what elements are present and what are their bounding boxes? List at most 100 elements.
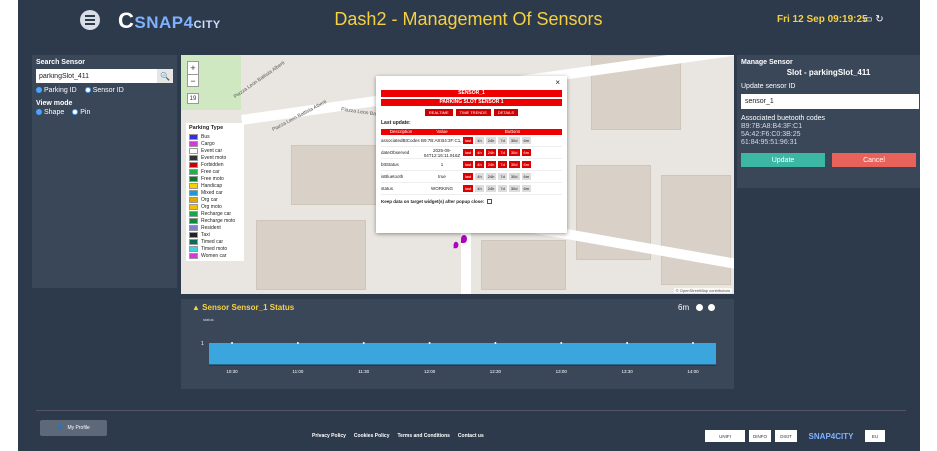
legend-swatch	[189, 231, 198, 238]
legend-label: Recharge car	[201, 210, 232, 217]
checkbox[interactable]	[487, 199, 493, 204]
radio-parking-id[interactable]: Parking ID	[36, 87, 77, 94]
popup-row-name: status	[381, 186, 394, 191]
popup-range-button[interactable]: 4h	[475, 173, 484, 180]
legend-item: Bus	[189, 133, 241, 140]
popup-range-button[interactable]: last	[463, 149, 474, 156]
manage-panel-title: Manage Sensor	[741, 59, 793, 66]
cancel-button[interactable]: Cancel	[832, 153, 916, 167]
search-icon[interactable]: 🔍	[157, 69, 173, 83]
legend-item: Timed car	[189, 238, 241, 245]
last-update-label: Last update:	[381, 120, 411, 126]
details-button[interactable]: DETAILS	[493, 109, 519, 116]
contact-link[interactable]: Contact us	[458, 433, 484, 439]
data-point[interactable]	[428, 342, 431, 344]
header-icons[interactable]: ▭ ↻	[863, 14, 884, 25]
popup-range-button[interactable]: 4h	[475, 137, 484, 144]
status-widget: ▲ Sensor Sensor_1 Status 6m status 1 10:3…	[181, 299, 734, 389]
privacy-policy-link[interactable]: Privacy Policy	[312, 433, 346, 439]
zoom-in-button[interactable]: +	[188, 62, 198, 74]
legend-swatch	[189, 217, 198, 224]
popup-range-button[interactable]: last	[463, 185, 474, 192]
popup-range-button[interactable]: 4h	[475, 161, 484, 168]
data-point[interactable]	[494, 342, 497, 344]
map[interactable]: Piazza Leon Battista Alberti Piazza Leon…	[181, 55, 734, 294]
realtime-button[interactable]: REALTIME	[424, 109, 453, 116]
popup-range-button[interactable]: 4h	[475, 185, 484, 192]
slot-name: Slot - parkingSlot_411	[786, 68, 871, 77]
cookies-policy-link[interactable]: Cookies Policy	[354, 433, 390, 439]
sensor-pin-icon[interactable]	[461, 235, 467, 243]
data-point[interactable]	[296, 342, 299, 344]
legend-swatch	[189, 238, 198, 245]
search-input[interactable]	[36, 69, 158, 83]
close-icon[interactable]: ×	[555, 78, 560, 87]
popup-range-button[interactable]: last	[463, 173, 474, 180]
screen-icon[interactable]: ▭	[863, 14, 872, 25]
legend-item: Resident	[189, 224, 241, 231]
data-point[interactable]	[231, 342, 234, 344]
popup-range-button[interactable]: 6m	[521, 173, 532, 180]
legend-item: Handicap	[189, 182, 241, 189]
legend-swatch	[189, 168, 198, 175]
legend-label: Event car	[201, 147, 223, 154]
x-tick-label: 13:00	[556, 369, 568, 374]
data-point[interactable]	[626, 342, 629, 344]
my-profile-button[interactable]: 👤 My Profile	[40, 420, 107, 436]
radio-pin[interactable]: Pin	[72, 109, 90, 116]
popup-range-button[interactable]: 7d	[498, 173, 507, 180]
popup-range-button[interactable]: 7d	[498, 149, 507, 156]
legend-item: Recharge car	[189, 210, 241, 217]
popup-range-button[interactable]: 24h	[485, 149, 497, 156]
popup-range-button[interactable]: 24h	[485, 161, 497, 168]
legend-swatch	[189, 182, 198, 189]
popup-range-button[interactable]: 24h	[485, 173, 497, 180]
popup-range-button[interactable]: 7d	[498, 161, 507, 168]
popup-range-button[interactable]: 30d	[508, 173, 520, 180]
refresh-icon[interactable]: ↻	[875, 14, 883, 25]
map-attribution[interactable]: © OpenStreetMap contributors	[673, 288, 732, 293]
popup-range-button[interactable]: 6m	[521, 185, 532, 192]
datetime: Fri 12 Sep 09:19:25	[777, 14, 868, 25]
building	[661, 175, 731, 285]
radio-icon[interactable]	[72, 109, 79, 115]
popup-range-button[interactable]: 24h	[485, 137, 497, 144]
popup-range-button[interactable]: 6m	[521, 137, 532, 144]
zoom-out-button[interactable]: −	[188, 74, 198, 86]
legend-swatch	[189, 189, 198, 196]
data-point[interactable]	[362, 342, 365, 344]
popup-range-button[interactable]: 30d	[508, 161, 520, 168]
popup-row-name: isBluetooth	[381, 174, 404, 179]
popup-range-button[interactable]: 6m	[521, 161, 532, 168]
time-trends-button[interactable]: TIME TRENDS	[455, 109, 491, 116]
radio-sensor-id[interactable]: Sensor ID	[84, 87, 124, 94]
popup-row-value: 2025-09-04T12:15:11.916Z	[423, 147, 461, 158]
popup-range-button[interactable]: 7d	[498, 185, 507, 192]
keep-data-option[interactable]: Keep data on target widget(s) after popu…	[381, 199, 562, 204]
update-button[interactable]: Update	[741, 153, 825, 167]
popup-range-button[interactable]: last	[463, 137, 474, 144]
radio-selected-icon[interactable]	[36, 87, 42, 93]
sensor-pin-icon[interactable]	[453, 241, 459, 249]
legend-item: Org car	[189, 196, 241, 203]
radio-selected-icon[interactable]	[36, 109, 42, 115]
terms-link[interactable]: Terms and Conditions	[398, 433, 450, 439]
radio-icon[interactable]	[84, 87, 91, 93]
popup-range-button[interactable]: 30d	[508, 185, 520, 192]
zoom-control[interactable]: + −	[187, 61, 199, 87]
popup-range-button[interactable]: 7d	[498, 137, 507, 144]
popup-range-button[interactable]: 30d	[508, 149, 520, 156]
data-point[interactable]	[691, 342, 694, 344]
popup-range-button[interactable]: last	[463, 161, 474, 168]
popup-row-name: bttStatus	[381, 162, 399, 167]
popup-range-button[interactable]: 4h	[475, 149, 484, 156]
popup-range-button[interactable]: 24h	[485, 185, 497, 192]
popup-range-button[interactable]: 30d	[508, 137, 520, 144]
popup-range-button[interactable]: 6m	[521, 149, 532, 156]
data-point[interactable]	[560, 342, 563, 344]
building	[481, 240, 566, 290]
street-label: Piazza Leon Ba	[340, 106, 377, 118]
radio-shape[interactable]: Shape	[36, 109, 64, 116]
sensor-id-input[interactable]	[741, 94, 919, 109]
legend-title: Parking Type	[189, 125, 224, 131]
